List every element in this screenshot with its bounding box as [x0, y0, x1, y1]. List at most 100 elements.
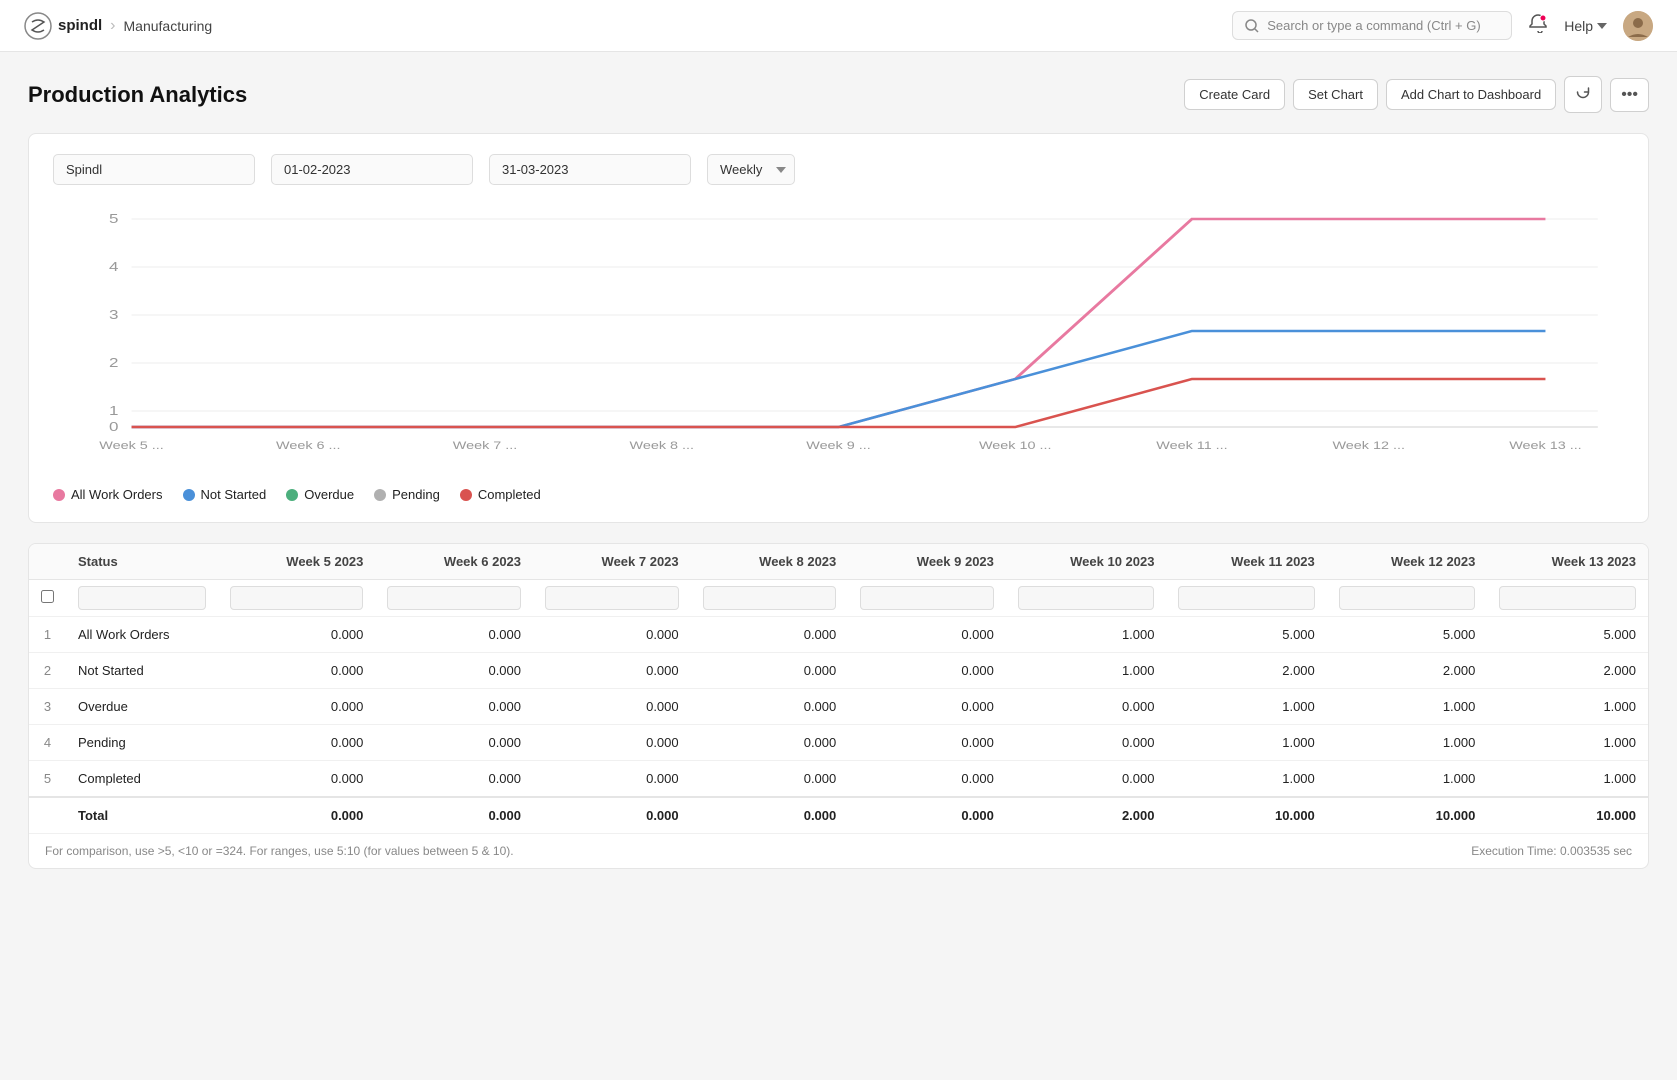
legend-item-all-work-orders[interactable]: All Work Orders [53, 487, 163, 502]
select-all-checkbox[interactable] [41, 590, 54, 603]
more-options-button[interactable]: ••• [1610, 78, 1649, 112]
total-value-6: 10.000 [1166, 797, 1326, 833]
filter-w12 [1327, 580, 1488, 617]
svg-text:5: 5 [109, 212, 118, 227]
row-value-4: 0.000 [848, 761, 1006, 798]
svg-text:0: 0 [109, 420, 118, 435]
legend-item-completed[interactable]: Completed [460, 487, 541, 502]
create-card-button[interactable]: Create Card [1184, 79, 1285, 110]
filter-w10-input[interactable] [1018, 586, 1155, 610]
period-filter[interactable]: Weekly Daily Monthly [707, 154, 795, 185]
filter-w12-input[interactable] [1339, 586, 1476, 610]
total-value-0: 0.000 [218, 797, 376, 833]
help-chevron-icon [1597, 23, 1607, 29]
set-chart-button[interactable]: Set Chart [1293, 79, 1378, 110]
row-value-3: 0.000 [691, 653, 849, 689]
avatar[interactable] [1623, 11, 1653, 41]
col-week10: Week 10 2023 [1006, 544, 1167, 580]
table-row: 5Completed0.0000.0000.0000.0000.0000.000… [29, 761, 1648, 798]
row-value-2: 0.000 [533, 653, 691, 689]
filter-w5-input[interactable] [230, 586, 364, 610]
svg-text:Week 10 ...: Week 10 ... [979, 439, 1051, 452]
filter-w10 [1006, 580, 1167, 617]
row-value-5: 1.000 [1006, 653, 1167, 689]
total-row: Total0.0000.0000.0000.0000.0002.00010.00… [29, 797, 1648, 833]
row-value-1: 0.000 [375, 617, 533, 653]
col-week6: Week 6 2023 [375, 544, 533, 580]
row-value-7: 2.000 [1327, 653, 1488, 689]
filter-w8-input[interactable] [703, 586, 837, 610]
table-row: 2Not Started0.0000.0000.0000.0000.0001.0… [29, 653, 1648, 689]
table-row: 3Overdue0.0000.0000.0000.0000.0000.0001.… [29, 689, 1648, 725]
notification-button[interactable] [1528, 13, 1548, 38]
total-value-1: 0.000 [375, 797, 533, 833]
svg-text:Week 6 ...: Week 6 ... [276, 439, 340, 452]
table-header-row: Status Week 5 2023 Week 6 2023 Week 7 20… [29, 544, 1648, 580]
date-from-filter[interactable] [271, 154, 473, 185]
nav-left: spindl › Manufacturing [24, 12, 212, 40]
breadcrumb-separator: › [110, 17, 115, 35]
row-value-7: 5.000 [1327, 617, 1488, 653]
chart-card: Weekly Daily Monthly 5 4 3 2 1 0 [28, 133, 1649, 523]
table-footer: For comparison, use >5, <10 or =324. For… [29, 833, 1648, 868]
more-icon: ••• [1621, 86, 1638, 103]
filter-w13-input[interactable] [1499, 586, 1636, 610]
row-value-8: 1.000 [1487, 725, 1648, 761]
row-num: 5 [29, 761, 66, 798]
svg-text:Week 13 ...: Week 13 ... [1509, 439, 1581, 452]
page-header: Production Analytics Create Card Set Cha… [28, 76, 1649, 113]
filter-w9-input[interactable] [860, 586, 994, 610]
filter-w7-input[interactable] [545, 586, 679, 610]
refresh-button[interactable] [1564, 76, 1602, 113]
filter-w6-input[interactable] [387, 586, 521, 610]
row-value-1: 0.000 [375, 653, 533, 689]
row-value-2: 0.000 [533, 617, 691, 653]
legend-label-all-work-orders: All Work Orders [71, 487, 163, 502]
legend-label-pending: Pending [392, 487, 440, 502]
breadcrumb: Manufacturing [124, 18, 213, 34]
legend-item-pending[interactable]: Pending [374, 487, 440, 502]
total-value-2: 0.000 [533, 797, 691, 833]
row-value-6: 2.000 [1166, 653, 1326, 689]
row-status: Overdue [66, 689, 218, 725]
row-value-2: 0.000 [533, 689, 691, 725]
row-value-3: 0.000 [691, 617, 849, 653]
svg-text:Week 9 ...: Week 9 ... [806, 439, 870, 452]
refresh-icon [1575, 84, 1591, 100]
table-body: 1All Work Orders0.0000.0000.0000.0000.00… [29, 617, 1648, 834]
chart-legend: All Work Orders Not Started Overdue Pend… [53, 479, 1624, 502]
row-value-7: 1.000 [1327, 725, 1488, 761]
row-value-3: 0.000 [691, 725, 849, 761]
legend-dot-all-work-orders [53, 489, 65, 501]
total-value-7: 10.000 [1327, 797, 1488, 833]
avatar-image [1623, 11, 1653, 41]
help-button[interactable]: Help [1564, 18, 1607, 34]
col-week13: Week 13 2023 [1487, 544, 1648, 580]
table-filter-row [29, 580, 1648, 617]
legend-label-overdue: Overdue [304, 487, 354, 502]
table-card: Status Week 5 2023 Week 6 2023 Week 7 20… [28, 543, 1649, 869]
row-value-8: 1.000 [1487, 689, 1648, 725]
search-icon [1245, 19, 1259, 33]
row-value-6: 1.000 [1166, 725, 1326, 761]
row-value-0: 0.000 [218, 689, 376, 725]
filter-w11-input[interactable] [1178, 586, 1314, 610]
row-value-5: 0.000 [1006, 725, 1167, 761]
add-chart-button[interactable]: Add Chart to Dashboard [1386, 79, 1556, 110]
date-to-filter[interactable] [489, 154, 691, 185]
total-value-3: 0.000 [691, 797, 849, 833]
row-value-6: 1.000 [1166, 689, 1326, 725]
row-num: 4 [29, 725, 66, 761]
legend-item-not-started[interactable]: Not Started [183, 487, 267, 502]
search-bar[interactable]: Search or type a command (Ctrl + G) [1232, 11, 1512, 40]
total-empty [29, 797, 66, 833]
row-value-4: 0.000 [848, 725, 1006, 761]
company-filter[interactable] [53, 154, 255, 185]
filter-status-input[interactable] [78, 586, 206, 610]
legend-item-overdue[interactable]: Overdue [286, 487, 354, 502]
row-num: 1 [29, 617, 66, 653]
svg-text:2: 2 [109, 356, 118, 371]
row-value-0: 0.000 [218, 617, 376, 653]
row-value-5: 1.000 [1006, 617, 1167, 653]
logo[interactable]: spindl [24, 12, 102, 40]
